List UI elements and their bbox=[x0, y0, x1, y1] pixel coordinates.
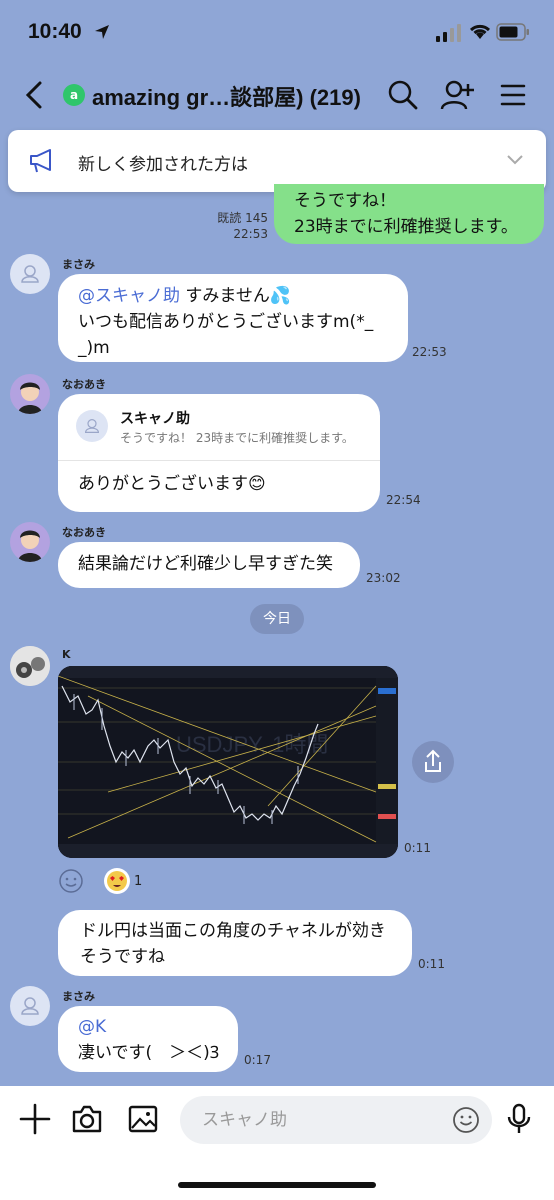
add-reaction-icon[interactable] bbox=[58, 868, 84, 894]
mention-link[interactable]: @スキャノ助 bbox=[78, 286, 180, 306]
divider bbox=[58, 460, 380, 461]
sender-name: K bbox=[62, 648, 71, 661]
message-text: ドル円は当面この角度のチャネルが効き bbox=[80, 921, 386, 941]
reply-avatar bbox=[76, 410, 108, 442]
user-photo-icon bbox=[10, 646, 50, 686]
user-illustration-icon bbox=[18, 530, 42, 562]
message-input-bar: スキャノ助 bbox=[0, 1086, 554, 1200]
group-icon: a bbox=[63, 84, 85, 106]
emoji-icon[interactable] bbox=[452, 1106, 480, 1134]
message-time: 22:53 bbox=[233, 227, 268, 241]
mention-link[interactable]: @K bbox=[78, 1014, 238, 1040]
message-bubble[interactable]: 結果論だけど利確少し早すぎた笑 bbox=[58, 542, 360, 588]
default-user-icon bbox=[21, 997, 39, 1015]
read-count: 既読 145 bbox=[217, 211, 268, 225]
message-text: そうですね！ bbox=[294, 191, 396, 211]
back-chevron-icon[interactable] bbox=[22, 80, 46, 110]
chat-title[interactable]: amazing gr…談部屋) (219) bbox=[92, 80, 361, 112]
location-arrow-icon bbox=[95, 25, 109, 39]
message-bubble[interactable]: ドル円は当面この角度のチャネルが効き そうですね bbox=[58, 910, 412, 976]
avatar[interactable] bbox=[10, 522, 50, 562]
megaphone-icon bbox=[30, 149, 51, 173]
message-text: _)m bbox=[78, 338, 110, 358]
reaction-count: 1 bbox=[134, 874, 143, 889]
heart-eyes-emoji-icon bbox=[107, 871, 127, 891]
message-time: 0:11 bbox=[418, 957, 445, 971]
message-bubble[interactable]: @スキャノ助 すみません💦 いつも配信ありがとうございますm(*_ _)m bbox=[58, 274, 408, 362]
reply-quote: そうですね！ 23時までに利確推奨します。 bbox=[120, 431, 354, 445]
status-bar: 10:40 bbox=[0, 0, 554, 64]
message-input[interactable]: スキャノ助 bbox=[180, 1096, 492, 1144]
battery-icon bbox=[496, 23, 529, 41]
avatar[interactable] bbox=[10, 986, 50, 1026]
menu-icon[interactable] bbox=[496, 78, 530, 112]
plus-icon[interactable] bbox=[18, 1102, 52, 1136]
add-friend-icon[interactable] bbox=[440, 78, 474, 112]
reaction-button[interactable] bbox=[104, 868, 130, 894]
default-user-icon bbox=[21, 265, 39, 283]
microphone-icon[interactable] bbox=[504, 1102, 534, 1136]
wifi-icon bbox=[469, 24, 491, 39]
message-meta: 既読 145 22:53 bbox=[212, 210, 268, 242]
search-icon[interactable] bbox=[386, 78, 420, 112]
reply-sender: スキャノ助 bbox=[120, 411, 190, 427]
message-time: 22:54 bbox=[386, 493, 421, 507]
chart-screenshot: USDJPY, 1時間 bbox=[58, 666, 398, 858]
message-time: 23:02 bbox=[366, 571, 401, 585]
camera-icon[interactable] bbox=[70, 1102, 104, 1136]
share-button[interactable] bbox=[412, 741, 454, 783]
user-illustration-icon bbox=[18, 382, 42, 414]
message-text: ありがとうございます😊 bbox=[78, 474, 266, 494]
message-text: 凄いです( ＞＜)Ꝫ bbox=[78, 1043, 220, 1063]
message-time: 0:17 bbox=[244, 1053, 271, 1067]
clock: 10:40 bbox=[28, 20, 82, 43]
avatar[interactable] bbox=[10, 646, 50, 686]
sender-name: まさみ bbox=[62, 258, 95, 271]
cellular-signal-icon bbox=[436, 24, 461, 42]
chart-image-attachment[interactable]: USDJPY, 1時間 bbox=[58, 666, 398, 858]
chat-header: a amazing gr…談部屋) (219) bbox=[0, 64, 554, 124]
message-text: すみません💦 bbox=[180, 286, 292, 306]
message-text: いつも配信ありがとうございますm(*_ bbox=[78, 312, 374, 332]
my-message-bubble[interactable]: そうですね！ 23時までに利確推奨します。 bbox=[274, 184, 544, 244]
announcement-text: 新しく参加された方は bbox=[78, 155, 248, 175]
chevron-down-icon[interactable] bbox=[506, 154, 524, 166]
date-separator: 今日 bbox=[250, 604, 304, 634]
avatar[interactable] bbox=[10, 374, 50, 414]
share-icon bbox=[425, 749, 441, 772]
avatar[interactable] bbox=[10, 254, 50, 294]
message-text: 23時までに利確推奨します。 bbox=[294, 217, 518, 237]
home-indicator bbox=[178, 1182, 376, 1188]
message-time: 0:11 bbox=[404, 841, 431, 855]
image-icon[interactable] bbox=[126, 1102, 160, 1136]
sender-name: なおあき bbox=[62, 526, 106, 539]
message-text: そうですね bbox=[80, 947, 165, 967]
message-text: 結果論だけど利確少し早すぎた笑 bbox=[78, 554, 333, 574]
announcement-banner[interactable]: 新しく参加された方は bbox=[8, 130, 546, 192]
reply-message-bubble[interactable]: スキャノ助 そうですね！ 23時までに利確推奨します。 ありがとうございます😊 bbox=[58, 394, 380, 512]
default-user-icon bbox=[84, 419, 100, 433]
message-time: 22:53 bbox=[412, 345, 447, 359]
sender-name: まさみ bbox=[62, 990, 95, 1003]
message-bubble[interactable]: @K 凄いです( ＞＜)Ꝫ bbox=[58, 1006, 238, 1072]
sender-name: なおあき bbox=[62, 378, 106, 391]
